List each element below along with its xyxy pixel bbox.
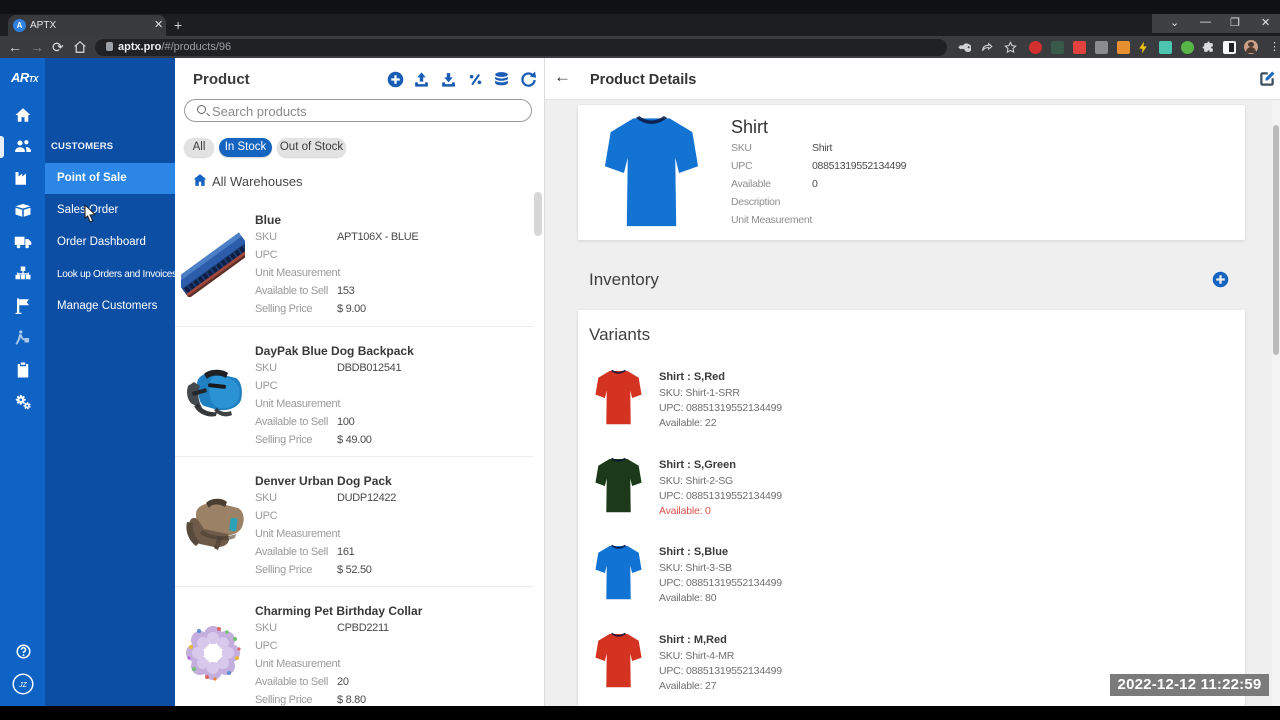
svg-text:JZ: JZ (18, 682, 27, 689)
